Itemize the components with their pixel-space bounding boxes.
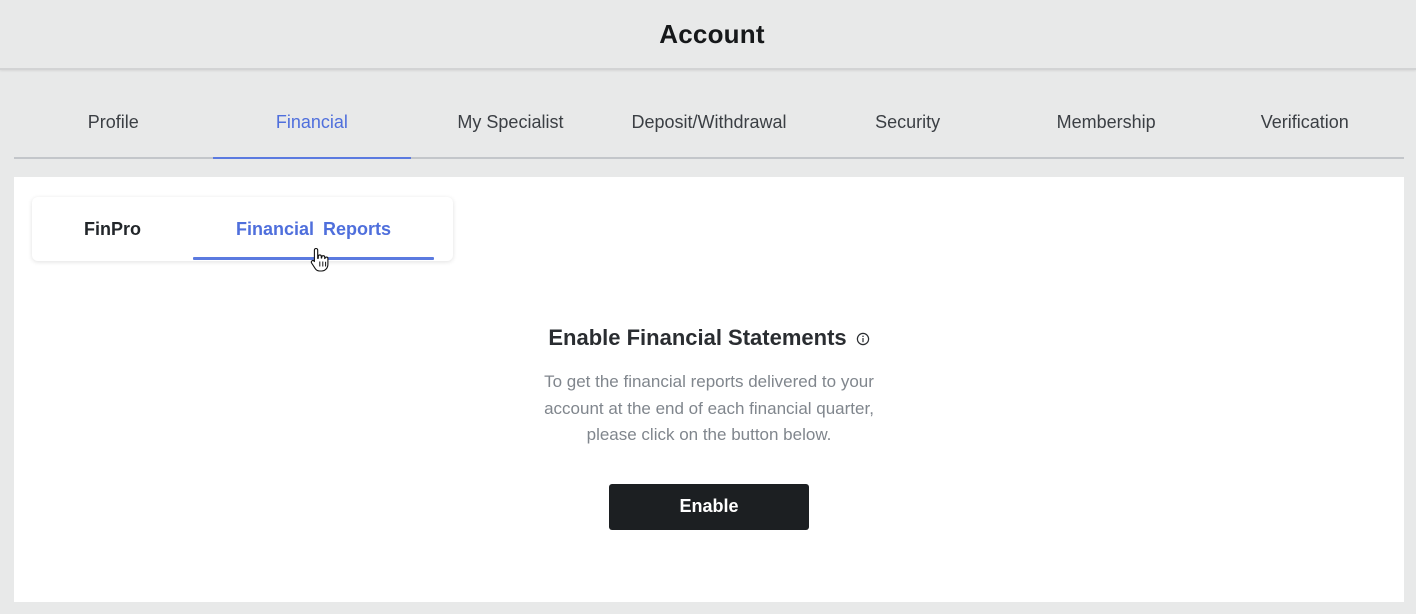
enable-statements-section: Enable Financial Statements To get the f… [14, 324, 1404, 530]
description-line: account at the end of each financial qua… [544, 398, 874, 418]
description-line: To get the financial reports delivered t… [544, 372, 874, 391]
enable-button[interactable]: Enable [609, 483, 809, 530]
tab-my-specialist[interactable]: My Specialist [411, 90, 610, 157]
page-title: Account [659, 18, 765, 49]
financial-subtabs: FinPro Financial Reports [32, 197, 453, 261]
account-tabs: Profile Financial My Specialist Deposit/… [14, 90, 1404, 159]
tab-financial[interactable]: Financial [212, 90, 412, 159]
section-description: To get the financial reports delivered t… [499, 369, 919, 449]
subtab-finpro[interactable]: FinPro [32, 197, 193, 261]
description-line: please click on the button below. [586, 425, 832, 444]
tab-membership[interactable]: Membership [1007, 90, 1206, 157]
tab-security[interactable]: Security [808, 90, 1007, 157]
tab-deposit-withdrawal[interactable]: Deposit/Withdrawal [610, 90, 809, 157]
hand-pointer-icon [310, 247, 329, 272]
tab-profile[interactable]: Profile [14, 90, 213, 157]
page-header: Account [0, 0, 1416, 70]
section-title: Enable Financial Statements [548, 325, 847, 350]
tab-verification[interactable]: Verification [1205, 90, 1404, 157]
financial-panel: FinPro Financial Reports Enable Financia… [14, 177, 1404, 602]
info-circle-icon[interactable] [856, 332, 870, 346]
